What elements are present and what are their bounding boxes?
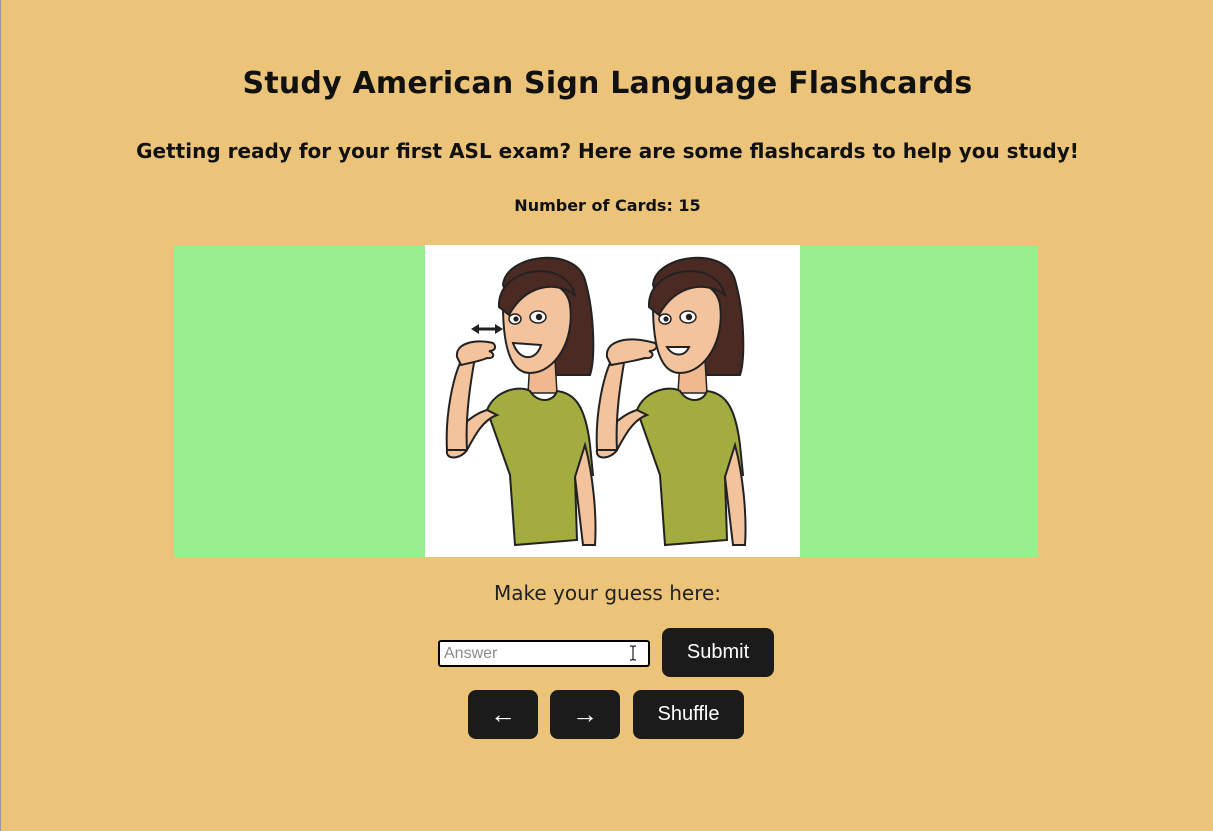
flashcard[interactable] (174, 245, 1038, 557)
previous-card-button[interactable]: ← (468, 690, 538, 739)
flashcard-image (425, 245, 800, 557)
submit-button[interactable]: Submit (662, 628, 774, 677)
card-count: Number of Cards: 15 (514, 196, 701, 215)
shuffle-button[interactable]: Shuffle (633, 690, 744, 739)
answer-input[interactable] (438, 640, 650, 667)
next-card-button[interactable]: → (550, 690, 620, 739)
guess-prompt: Make your guess here: (493, 581, 722, 605)
page-title: Study American Sign Language Flashcards (242, 66, 973, 101)
page-subtitle: Getting ready for your first ASL exam? H… (136, 139, 1079, 163)
text-cursor-icon (630, 645, 636, 661)
asl-sign-illustration-icon (445, 256, 747, 547)
